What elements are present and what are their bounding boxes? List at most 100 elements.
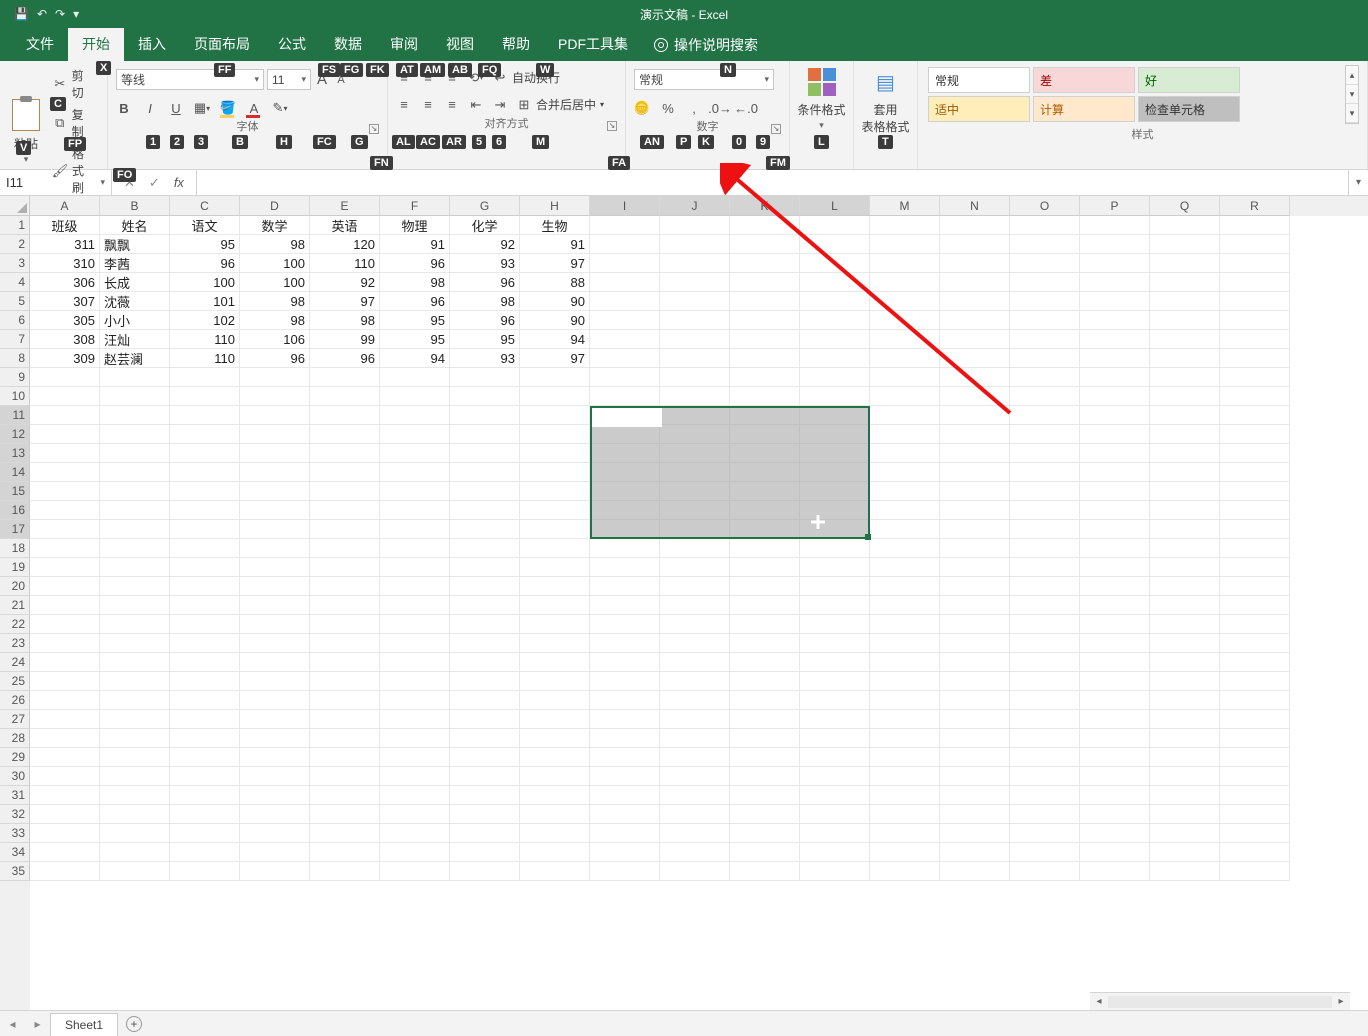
formula-bar-expand[interactable]: ▾ [1348,170,1368,195]
cell[interactable] [240,406,310,425]
row-header-31[interactable]: 31 [0,786,30,805]
cell[interactable] [1150,615,1220,634]
cell[interactable] [170,824,240,843]
cell[interactable] [310,368,380,387]
cell[interactable] [940,273,1010,292]
cell[interactable] [380,672,450,691]
cell[interactable] [100,463,170,482]
cell[interactable] [1010,691,1080,710]
row-header-28[interactable]: 28 [0,729,30,748]
cell[interactable] [1080,463,1150,482]
cell[interactable] [100,368,170,387]
cell[interactable]: 98 [310,311,380,330]
cell[interactable]: 98 [240,292,310,311]
cell[interactable] [170,786,240,805]
row-header-21[interactable]: 21 [0,596,30,615]
cell[interactable] [310,539,380,558]
cell[interactable] [310,520,380,539]
cell[interactable] [1220,615,1290,634]
cell[interactable] [590,805,660,824]
cell[interactable] [870,216,940,235]
cell[interactable] [30,368,100,387]
cell[interactable] [1010,216,1080,235]
col-header-G[interactable]: G [450,196,520,216]
cell[interactable] [450,862,520,881]
cell[interactable] [520,691,590,710]
cell[interactable] [380,748,450,767]
col-header-F[interactable]: F [380,196,450,216]
cell[interactable] [1010,634,1080,653]
cell[interactable]: 91 [520,235,590,254]
cell[interactable] [30,577,100,596]
cell[interactable] [590,786,660,805]
cell[interactable] [380,368,450,387]
cell[interactable] [310,805,380,824]
cell[interactable] [730,330,800,349]
sheet-nav-next[interactable]: ▸ [34,1017,40,1031]
cell[interactable] [1220,558,1290,577]
cell[interactable] [940,425,1010,444]
cell[interactable] [30,691,100,710]
cell[interactable] [590,767,660,786]
cell[interactable] [100,615,170,634]
cell[interactable] [240,596,310,615]
cell[interactable] [100,672,170,691]
cell[interactable] [1010,482,1080,501]
cell[interactable] [940,330,1010,349]
cell[interactable] [590,577,660,596]
cell[interactable] [870,311,940,330]
cell[interactable] [1150,786,1220,805]
align-dialog-launcher[interactable]: ↘ [607,121,617,131]
cell[interactable] [30,539,100,558]
cell[interactable] [30,710,100,729]
cell[interactable]: 化学 [450,216,520,235]
row-header-17[interactable]: 17 [0,520,30,539]
cell[interactable] [1150,539,1220,558]
cell[interactable] [1080,786,1150,805]
font-size-combo[interactable]: 11 [267,69,311,90]
cell[interactable] [870,843,940,862]
cell[interactable] [520,539,590,558]
col-header-C[interactable]: C [170,196,240,216]
cell[interactable] [590,729,660,748]
cell[interactable] [1220,634,1290,653]
cell[interactable] [940,729,1010,748]
cell[interactable] [590,596,660,615]
cell[interactable] [240,615,310,634]
cell[interactable] [1080,805,1150,824]
cell[interactable]: 赵芸澜 [100,349,170,368]
sheet-tab[interactable]: Sheet1 [50,1013,118,1036]
row-header-30[interactable]: 30 [0,767,30,786]
cell[interactable] [1150,330,1220,349]
cell[interactable] [1080,444,1150,463]
cell[interactable] [380,387,450,406]
cell[interactable] [800,216,870,235]
cell[interactable] [1010,368,1080,387]
cell[interactable] [800,539,870,558]
cell[interactable] [1220,539,1290,558]
fill-color-button[interactable]: 🪣 [220,100,236,116]
cell[interactable] [310,482,380,501]
cell[interactable] [1150,501,1220,520]
cell[interactable] [940,786,1010,805]
row-header-1[interactable]: 1 [0,216,30,235]
cell[interactable] [940,539,1010,558]
cell[interactable] [940,577,1010,596]
cell[interactable] [30,387,100,406]
cell[interactable] [240,729,310,748]
cell[interactable]: 92 [450,235,520,254]
cell[interactable] [100,482,170,501]
cell[interactable] [660,672,730,691]
cell[interactable] [590,387,660,406]
cell[interactable] [310,748,380,767]
cell[interactable] [870,577,940,596]
cell[interactable]: 96 [450,311,520,330]
merge-center-button[interactable]: ⊞合并后居中▾ [516,96,604,113]
cell[interactable] [1080,539,1150,558]
qat-undo-icon[interactable]: ↶ [37,7,47,21]
cell[interactable] [1010,862,1080,881]
cell[interactable] [380,596,450,615]
cell[interactable] [1080,425,1150,444]
cell[interactable] [590,216,660,235]
cell[interactable] [450,596,520,615]
